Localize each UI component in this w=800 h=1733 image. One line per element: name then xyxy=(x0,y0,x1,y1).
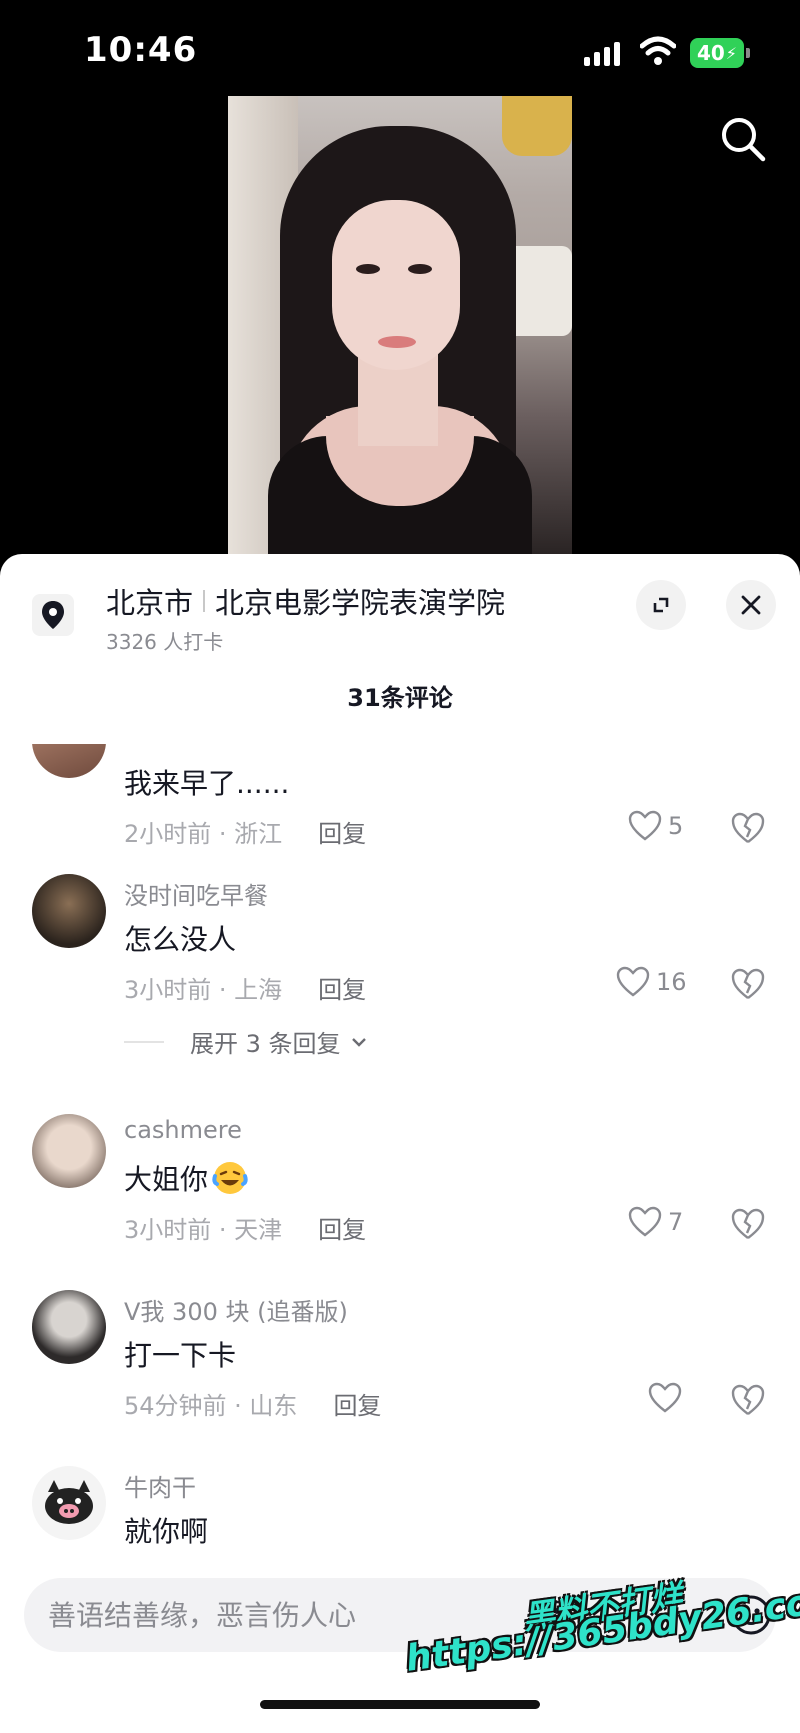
comment-meta: 3小时前 · 上海 回复 xyxy=(124,970,366,1005)
comment-text: 就你啊 xyxy=(124,1515,209,1548)
comment-meta: 3小时前 · 天津 回复 xyxy=(124,1210,366,1245)
like-button[interactable]: 7 xyxy=(628,1206,683,1238)
like-count: 16 xyxy=(656,968,687,996)
comment-text: 打一下卡 xyxy=(124,1339,237,1372)
laughing-crying-emoji-icon xyxy=(212,1162,248,1194)
avatar[interactable] xyxy=(32,1466,106,1540)
heart-icon xyxy=(628,810,662,841)
checkin-count: 3326 人打卡 xyxy=(106,630,224,654)
cellular-signal-icon xyxy=(584,40,620,66)
comment-nickname[interactable]: V我 300 块 (追番版) xyxy=(124,1292,348,1327)
comment-nickname[interactable]: 牛肉干 xyxy=(124,1468,196,1503)
heart-icon xyxy=(616,966,650,997)
left-eye xyxy=(356,264,380,274)
background-hat xyxy=(502,96,572,156)
chevron-down-icon xyxy=(351,1037,366,1047)
comment-meta: 2小时前 · 浙江 回复 xyxy=(124,814,366,849)
expand-replies[interactable]: 展开 3 条回复 xyxy=(124,1024,367,1059)
search-icon[interactable] xyxy=(718,114,768,164)
location-city: 北京市 xyxy=(106,586,194,620)
wifi-icon xyxy=(640,36,676,65)
like-button[interactable] xyxy=(648,1382,688,1414)
comment-text: 怎么没人 xyxy=(124,923,237,956)
expand-button[interactable] xyxy=(636,580,686,630)
pig-avatar-icon xyxy=(45,1480,93,1524)
comment-time-place: 3小时前 · 上海 xyxy=(124,976,283,1004)
expand-divider xyxy=(124,1040,164,1043)
comment-text-content: 大姐你 xyxy=(124,1163,209,1196)
broken-heart-icon[interactable] xyxy=(730,810,766,846)
reply-button[interactable]: 回复 xyxy=(318,1210,366,1245)
comment-time-place: 2小时前 · 浙江 xyxy=(124,820,283,848)
right-eye xyxy=(408,264,432,274)
avatar[interactable] xyxy=(32,1290,106,1364)
comment-time-place: 3小时前 · 天津 xyxy=(124,1216,283,1244)
like-button[interactable]: 16 xyxy=(616,966,687,998)
heart-icon xyxy=(648,1382,682,1413)
status-bar: 10:46 40 ⚡ xyxy=(0,0,800,100)
close-icon xyxy=(741,595,761,615)
location-title[interactable]: 北京市 北京电影学院表演学院 xyxy=(106,580,505,622)
comment-nickname[interactable]: cashmere xyxy=(124,1116,242,1144)
reply-button[interactable]: 回复 xyxy=(318,970,366,1005)
home-indicator[interactable] xyxy=(260,1700,540,1709)
battery-icon: 40 ⚡ xyxy=(690,38,744,68)
comment-list: 我来早了...... 2小时前 · 浙江 回复 5 没时间吃早餐 怎么没人 3小… xyxy=(0,744,800,1568)
location-place: 北京电影学院表演学院 xyxy=(215,586,506,620)
title-divider xyxy=(203,590,206,612)
expand-icon xyxy=(653,597,669,613)
reply-button[interactable]: 回复 xyxy=(333,1386,381,1421)
comment-time-place: 54分钟前 · 山东 xyxy=(124,1392,298,1420)
comment-sheet: 北京市 北京电影学院表演学院 3326 人打卡 31条评论 我来早了......… xyxy=(0,554,800,1733)
like-count: 7 xyxy=(668,1208,684,1236)
broken-heart-icon[interactable] xyxy=(730,1382,766,1418)
expand-replies-label: 展开 3 条回复 xyxy=(190,1030,341,1058)
reply-button[interactable]: 回复 xyxy=(318,814,366,849)
broken-heart-icon[interactable] xyxy=(730,966,766,1002)
avatar[interactable] xyxy=(32,744,106,778)
broken-heart-icon[interactable] xyxy=(730,1206,766,1242)
comment-text: 大姐你 xyxy=(124,1158,248,1198)
like-count: 5 xyxy=(668,812,684,840)
heart-icon xyxy=(628,1206,662,1237)
comment-nickname[interactable]: 没时间吃早餐 xyxy=(124,876,268,911)
avatar[interactable] xyxy=(32,874,106,948)
status-time: 10:46 xyxy=(84,30,198,70)
comment-meta: 54分钟前 · 山东 回复 xyxy=(124,1386,381,1421)
comment-count: 31条评论 xyxy=(347,684,453,712)
comment-text: 我来早了...... xyxy=(124,767,290,800)
like-button[interactable]: 5 xyxy=(628,810,683,842)
battery-level: 40 xyxy=(696,41,725,65)
lips xyxy=(378,336,416,348)
battery-tip xyxy=(746,48,750,58)
close-button[interactable] xyxy=(726,580,776,630)
location-pin-icon xyxy=(32,594,74,636)
video-preview[interactable] xyxy=(228,96,572,554)
avatar[interactable] xyxy=(32,1114,106,1188)
